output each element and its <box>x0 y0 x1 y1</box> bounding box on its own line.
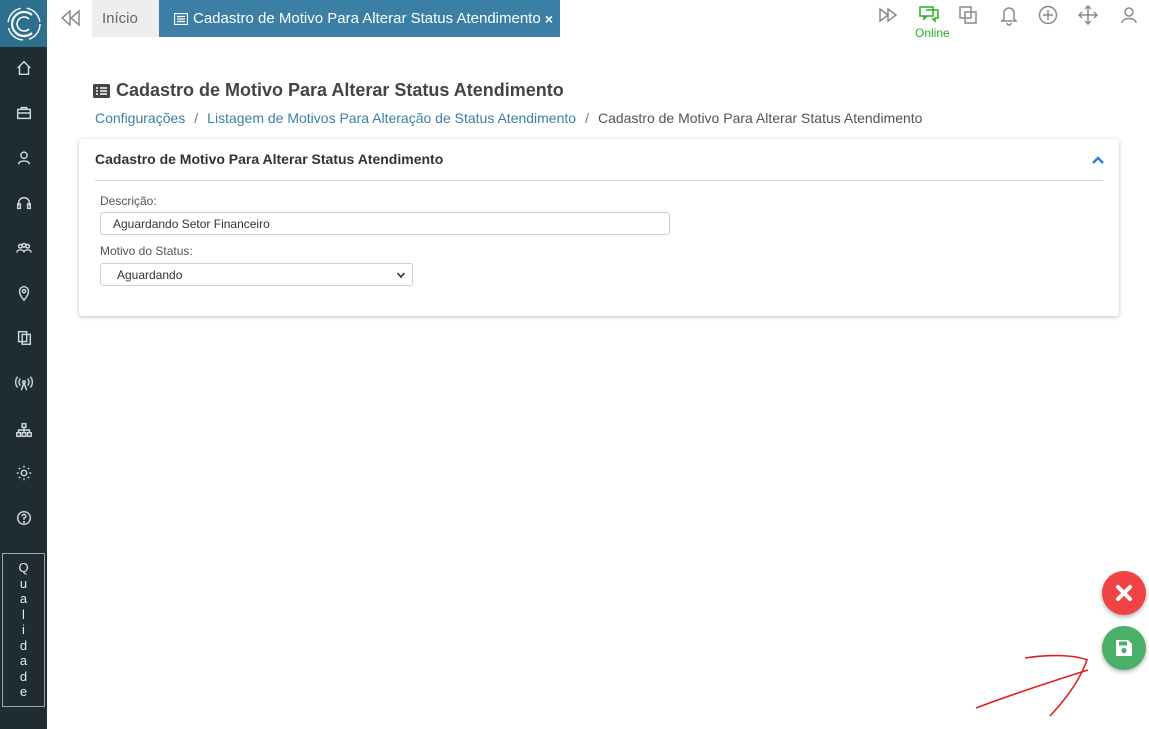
breadcrumb-listagem-motivos[interactable]: Listagem de Motivos Para Alteração de St… <box>207 110 576 126</box>
breadcrumb-current: Cadastro de Motivo Para Alterar Status A… <box>597 110 923 126</box>
quality-letter: a <box>19 653 28 669</box>
descricao-input[interactable] <box>100 212 670 235</box>
form-card: Cadastro de Motivo Para Alterar Status A… <box>79 139 1119 316</box>
quality-panel-toggle[interactable]: Q u a l i d a d e <box>2 553 45 707</box>
quality-letter: d <box>19 637 28 653</box>
quality-letter: i <box>22 622 25 638</box>
breadcrumb-separator: / <box>585 110 589 126</box>
sidebar-item-copy[interactable] <box>0 323 47 353</box>
sidebar-item-help[interactable] <box>0 503 47 533</box>
settings-icon <box>16 465 31 481</box>
annotation-arrow <box>975 654 1089 717</box>
bell-icon <box>1000 7 1018 26</box>
page-title: Cadastro de Motivo Para Alterar Status A… <box>93 80 564 101</box>
team-icon <box>15 242 32 253</box>
list-form-icon <box>174 12 188 25</box>
sidebar-item-briefcase[interactable] <box>0 98 47 128</box>
card-title: Cadastro de Motivo Para Alterar Status A… <box>95 151 444 167</box>
app-logo[interactable] <box>0 0 47 47</box>
move-button[interactable] <box>1077 4 1101 26</box>
motivo-status-select[interactable]: Aguardando <box>100 263 413 286</box>
save-button[interactable] <box>1102 626 1146 670</box>
list-form-icon <box>93 83 110 98</box>
add-button[interactable] <box>1037 4 1061 26</box>
chevron-down-icon <box>396 272 406 279</box>
collapse-button[interactable] <box>1091 153 1105 165</box>
user-icon <box>1121 7 1137 24</box>
map-pin-icon <box>18 285 29 302</box>
breadcrumb: Configurações / Listagem de Motivos Para… <box>95 110 922 126</box>
close-icon <box>1116 585 1132 601</box>
fast-forward-icon <box>879 7 898 23</box>
windows-button[interactable] <box>957 4 981 26</box>
motivo-status-label: Motivo do Status: <box>100 244 193 258</box>
chevron-up-icon <box>1092 156 1104 164</box>
online-status-label: Online <box>915 26 950 40</box>
sidebar-item-location[interactable] <box>0 278 47 308</box>
quality-letter: u <box>19 575 28 591</box>
notifications-button[interactable] <box>998 4 1022 26</box>
quality-letter: d <box>19 668 28 684</box>
tab-active-label: Cadastro de Motivo Para Alterar Status A… <box>193 10 541 27</box>
sidebar-item-home[interactable] <box>0 53 47 83</box>
antenna-icon <box>14 376 33 391</box>
quality-letter: l <box>22 606 25 622</box>
sidebar-item-team[interactable] <box>0 233 47 263</box>
breadcrumb-configuracoes[interactable]: Configurações <box>95 110 185 126</box>
plus-circle-icon <box>1038 5 1058 25</box>
tab-home-label: Início <box>102 10 138 27</box>
tab-close-icon[interactable]: × <box>545 12 553 26</box>
fast-forward-button[interactable] <box>877 4 901 26</box>
sidebar-item-user[interactable] <box>0 143 47 173</box>
motivo-status-value: Aguardando <box>117 267 183 282</box>
tabs-back-button[interactable] <box>59 8 81 28</box>
sidebar-item-support[interactable] <box>0 188 47 218</box>
sidebar-item-settings[interactable] <box>0 458 47 488</box>
sidebar: Q u a l i d a d e <box>0 0 47 729</box>
card-divider <box>95 180 1103 181</box>
user-menu-button[interactable] <box>1118 4 1142 26</box>
cancel-button[interactable] <box>1102 571 1146 615</box>
descricao-label: Descrição: <box>100 194 157 208</box>
help-icon <box>16 510 31 526</box>
floppy-disk-icon <box>1116 640 1132 656</box>
move-icon <box>1077 4 1099 26</box>
headset-icon <box>16 196 31 210</box>
quality-letter: a <box>19 591 28 607</box>
logo-icon <box>6 6 41 41</box>
chat-status-button[interactable] <box>918 3 942 25</box>
top-bar: Início Cadastro de Motivo Para Alterar S… <box>47 0 1149 40</box>
briefcase-icon <box>16 106 31 120</box>
windows-icon <box>959 6 977 24</box>
hierarchy-icon <box>15 422 32 438</box>
rewind-icon <box>60 9 80 27</box>
user-icon <box>17 151 30 165</box>
chat-online-icon <box>919 6 939 23</box>
copy-icon <box>17 330 31 346</box>
breadcrumb-separator: / <box>194 110 199 126</box>
sidebar-item-hierarchy[interactable] <box>0 415 47 445</box>
tab-cadastro-motivo[interactable]: Cadastro de Motivo Para Alterar Status A… <box>159 0 560 37</box>
page-title-text: Cadastro de Motivo Para Alterar Status A… <box>116 80 564 100</box>
sidebar-item-antenna[interactable] <box>0 368 47 398</box>
home-icon <box>16 60 31 76</box>
quality-letter: e <box>19 684 28 700</box>
quality-letter: Q <box>18 560 29 576</box>
